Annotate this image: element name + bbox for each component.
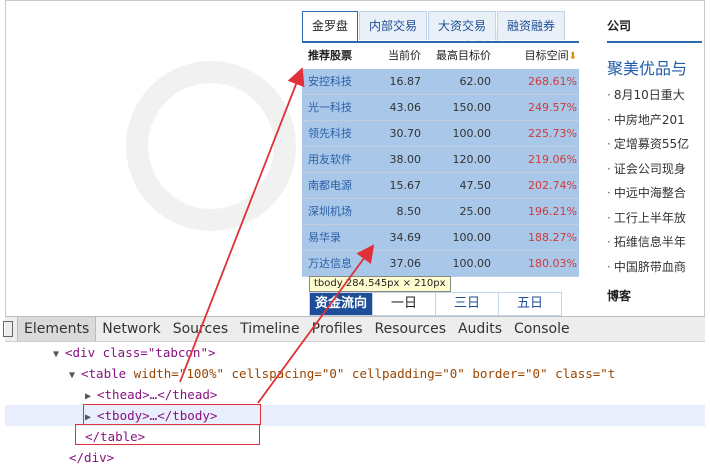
company-section-title: 公司 — [607, 11, 702, 43]
target-price: 120.00 — [452, 153, 492, 166]
dom-line-div-close[interactable]: </div> — [5, 447, 705, 468]
devtools-tab-console[interactable]: Console — [508, 317, 576, 341]
header-name: 推荐股票 — [308, 49, 352, 62]
target-space: 225.73% — [528, 127, 577, 140]
devtools-tab-elements[interactable]: Elements — [17, 317, 97, 341]
sort-down-icon[interactable]: ⬇ — [569, 51, 577, 62]
target-price: 25.00 — [459, 205, 492, 218]
expand-triangle-icon[interactable]: ▼ — [53, 344, 65, 365]
target-price: 150.00 — [452, 101, 492, 114]
news-item[interactable]: 工行上半年放 — [607, 206, 702, 231]
stock-price: 37.06 — [389, 257, 422, 270]
flow-tabs: 资金流向 一日 三日 五日 — [309, 292, 562, 316]
table-row[interactable]: 用友软件 38.00 120.00 219.06% — [302, 147, 579, 173]
thead-highlight-box — [83, 404, 261, 425]
tab-margin-trading[interactable]: 融资融券 — [497, 11, 566, 40]
stock-price: 34.69 — [389, 231, 422, 244]
stock-name[interactable]: 安控科技 — [302, 69, 377, 94]
target-price: 47.50 — [459, 179, 492, 192]
header-price: 当前价 — [388, 49, 421, 62]
target-space: 219.06% — [528, 153, 577, 166]
news-item[interactable]: 拓维信息半年 — [607, 230, 702, 255]
tab-one-day[interactable]: 一日 — [372, 292, 436, 316]
devtools-tab-audits[interactable]: Audits — [452, 317, 508, 341]
target-space: 268.61% — [528, 75, 577, 88]
news-list: 8月10日重大中房地产201定增募资55亿证会公司现身中远中海整合工行上半年放拓… — [607, 83, 702, 279]
devtools-tab-sources[interactable]: Sources — [167, 317, 234, 341]
target-price: 62.00 — [459, 75, 492, 88]
table-row[interactable]: 光一科技 43.06 150.00 249.57% — [302, 95, 579, 121]
tbody-highlight-box — [75, 424, 260, 445]
stock-name[interactable]: 光一科技 — [302, 95, 377, 120]
devtools-tab-timeline[interactable]: Timeline — [234, 317, 306, 341]
widget-tabs: 金罗盘 内部交易 大资交易 融资融券 — [302, 11, 579, 43]
dom-line-div[interactable]: ▼ <div class="tabcon"> — [5, 342, 705, 363]
dom-line-thead[interactable]: ▶ <thead>…</thead> — [5, 384, 705, 405]
tab-five-days[interactable]: 五日 — [498, 292, 562, 316]
dom-line-table[interactable]: ▼ <table width="100%" cellspacing="0" cel… — [5, 363, 705, 384]
element-size-tooltip: tbody 284.545px × 210px — [309, 276, 451, 292]
company-headline[interactable]: 聚美优品与 — [607, 55, 702, 79]
watermark-logo — [126, 61, 296, 231]
blog-section-title: 博客 — [607, 289, 632, 303]
target-price: 100.00 — [452, 231, 492, 244]
table-row[interactable]: 深圳机场 8.50 25.00 196.21% — [302, 199, 579, 225]
table-row[interactable]: 安控科技 16.87 62.00 268.61% — [302, 69, 579, 95]
table-row[interactable]: 领先科技 30.70 100.00 225.73% — [302, 121, 579, 147]
stock-price: 30.70 — [389, 127, 422, 140]
stock-name[interactable]: 南都电源 — [302, 173, 377, 198]
stock-price: 43.06 — [389, 101, 422, 114]
table-row[interactable]: 易华录 34.69 100.00 188.27% — [302, 225, 579, 251]
stock-name[interactable]: 用友软件 — [302, 147, 377, 172]
table-row[interactable]: 万达信息 37.06 100.00 180.03% — [302, 251, 579, 277]
header-space[interactable]: 目标空间⬇ — [491, 43, 579, 69]
dom-tree: ▼ <div class="tabcon"> ▼ <table width="100… — [5, 342, 705, 468]
news-item[interactable]: 中国脐带血商 — [607, 255, 702, 280]
target-space: 188.27% — [528, 231, 577, 244]
dock-icon[interactable] — [3, 321, 13, 337]
expand-triangle-icon[interactable]: ▼ — [69, 365, 81, 386]
stock-widget: 金罗盘 内部交易 大资交易 融资融券 推荐股票 当前价 最高目标价 目标空间⬇ … — [302, 11, 579, 277]
devtools-panel: Elements Network Sources Timeline Profiles Re… — [3, 316, 705, 465]
news-item[interactable]: 证会公司现身 — [607, 157, 702, 182]
stock-price: 8.50 — [396, 205, 422, 218]
news-item[interactable]: 中远中海整合 — [607, 181, 702, 206]
stock-price: 38.00 — [389, 153, 422, 166]
tab-block-trading[interactable]: 大资交易 — [428, 11, 497, 40]
devtools-tab-resources[interactable]: Resources — [368, 317, 452, 341]
news-item[interactable]: 中房地产201 — [607, 108, 702, 133]
stock-name[interactable]: 万达信息 — [302, 251, 377, 276]
company-news-column: 公司 聚美优品与 8月10日重大中房地产201定增募资55亿证会公司现身中远中海… — [607, 11, 702, 279]
news-item[interactable]: 8月10日重大 — [607, 83, 702, 108]
stock-name[interactable]: 领先科技 — [302, 121, 377, 146]
devtools-tab-profiles[interactable]: Profiles — [306, 317, 369, 341]
stock-price: 16.87 — [389, 75, 422, 88]
target-space: 180.03% — [528, 257, 577, 270]
table-header: 推荐股票 当前价 最高目标价 目标空间⬇ — [302, 43, 579, 69]
target-price: 100.00 — [452, 127, 492, 140]
tab-capital-flow[interactable]: 资金流向 — [309, 292, 373, 316]
table-row[interactable]: 南都电源 15.67 47.50 202.74% — [302, 173, 579, 199]
table-body: 安控科技 16.87 62.00 268.61% 光一科技 43.06 150.00 249.… — [302, 69, 579, 277]
news-item[interactable]: 定增募资55亿 — [607, 132, 702, 157]
tab-jinluopan[interactable]: 金罗盘 — [302, 11, 359, 41]
devtools-tab-bar: Elements Network Sources Timeline Profiles Re… — [3, 317, 705, 342]
target-space: 196.21% — [528, 205, 577, 218]
header-target: 最高目标价 — [436, 49, 491, 62]
stock-name[interactable]: 深圳机场 — [302, 199, 377, 224]
stock-name[interactable]: 易华录 — [302, 225, 377, 250]
devtools-tab-network[interactable]: Network — [96, 317, 166, 341]
stock-price: 15.67 — [389, 179, 422, 192]
target-space: 249.57% — [528, 101, 577, 114]
target-space: 202.74% — [528, 179, 577, 192]
tab-three-days[interactable]: 三日 — [435, 292, 499, 316]
tab-insider-trading[interactable]: 内部交易 — [359, 11, 428, 40]
target-price: 100.00 — [452, 257, 492, 270]
